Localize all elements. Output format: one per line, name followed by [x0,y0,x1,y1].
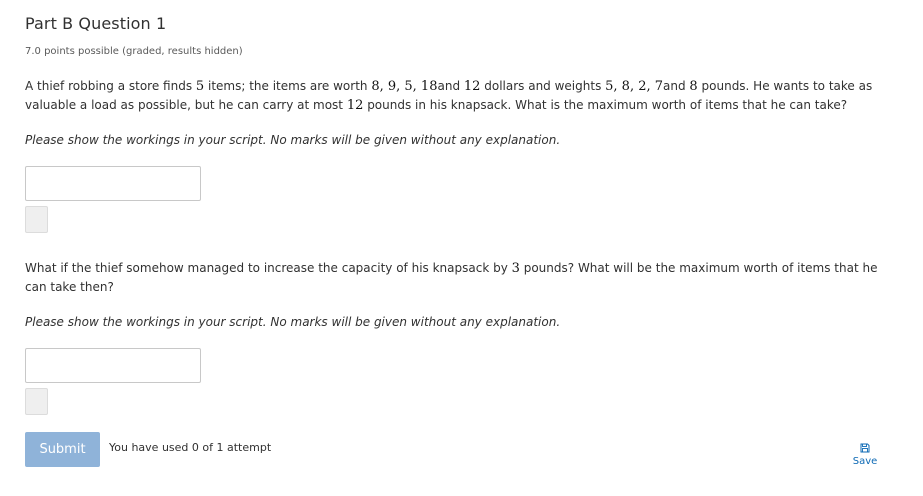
question-1-text: A thief robbing a store finds 5 items; t… [25,79,873,113]
answer-2-status [25,388,48,415]
save-icon [848,443,882,453]
save-label: Save [852,456,878,467]
answer-2-input[interactable] [25,348,201,383]
attempts-text: You have used 0 of 1 attempt [109,441,272,454]
submit-button[interactable]: Submit [25,432,100,467]
save-button[interactable]: Save [848,441,882,473]
answer-1-status [25,206,48,233]
question-2-note: Please show the workings in your script.… [25,315,561,329]
problem-title: Part B Question 1 [25,14,167,33]
answer-1-input[interactable] [25,166,201,201]
question-1-note: Please show the workings in your script.… [25,133,561,147]
points-possible: 7.0 points possible (graded, results hid… [25,46,243,57]
question-2-text: What if the thief somehow managed to inc… [25,261,878,294]
